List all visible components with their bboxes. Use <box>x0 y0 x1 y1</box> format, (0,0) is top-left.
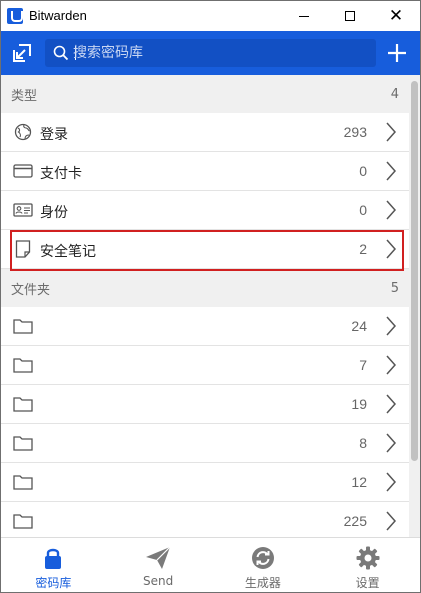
folder-icon <box>13 434 33 452</box>
search-input[interactable] <box>73 39 369 67</box>
chevron-right-icon <box>386 511 397 531</box>
chevron-right-icon <box>386 161 397 181</box>
tab-label: 生成器 <box>244 576 281 590</box>
tab-send[interactable]: Send <box>106 538 211 592</box>
lock-icon <box>39 544 67 572</box>
section-title: 类型 <box>11 88 38 104</box>
section-header-types: 类型 4 <box>1 75 409 113</box>
folder-icon <box>13 395 33 413</box>
vault-content: 类型 4 登录 293 支付卡 0 身份 0 安全笔记 2 文件夹 5 24 7… <box>1 75 409 537</box>
row-count: 225 <box>343 513 367 529</box>
row-count: 8 <box>359 435 367 451</box>
row-count: 24 <box>351 318 367 334</box>
title-bar: Bitwarden ✕ <box>1 1 420 31</box>
chevron-right-icon <box>386 316 397 336</box>
bottom-nav: 密码库 Send 生成器 设置 <box>1 537 420 592</box>
type-row-identity[interactable]: 身份 0 <box>1 191 409 230</box>
chevron-right-icon <box>386 200 397 220</box>
credit-card-icon <box>13 162 33 180</box>
folder-icon <box>13 317 33 335</box>
popout-button[interactable] <box>6 37 38 69</box>
type-row-secure-note[interactable]: 安全笔记 2 <box>1 230 409 271</box>
tab-generator[interactable]: 生成器 <box>211 538 316 592</box>
folder-row[interactable]: 24 <box>1 307 409 346</box>
gear-icon <box>354 544 382 572</box>
plus-icon <box>388 44 406 62</box>
minimize-button[interactable] <box>281 1 327 31</box>
scrollbar-thumb[interactable] <box>411 81 418 461</box>
tab-label: 密码库 <box>35 576 72 590</box>
section-count: 4 <box>390 86 399 102</box>
type-row-login[interactable]: 登录 293 <box>1 113 409 152</box>
send-icon <box>144 544 172 572</box>
row-label: 登录 <box>40 127 68 143</box>
chevron-right-icon <box>386 239 397 259</box>
row-label: 支付卡 <box>40 166 82 182</box>
chevron-right-icon <box>386 355 397 375</box>
close-window-button[interactable]: ✕ <box>373 1 419 31</box>
globe-icon <box>13 123 33 141</box>
chevron-right-icon <box>386 122 397 142</box>
row-count: 0 <box>359 202 367 218</box>
row-count: 7 <box>359 357 367 373</box>
tab-label: 设置 <box>355 576 380 590</box>
row-count: 12 <box>351 474 367 490</box>
folder-row[interactable]: 19 <box>1 385 409 424</box>
row-count: 2 <box>359 241 367 257</box>
folder-row[interactable]: 225 <box>1 502 409 537</box>
note-icon <box>13 240 33 258</box>
search-box[interactable] <box>45 39 376 67</box>
search-icon <box>53 45 69 61</box>
section-count: 5 <box>390 280 399 296</box>
add-item-button[interactable] <box>381 37 413 69</box>
row-label: 身份 <box>40 205 68 221</box>
folder-icon <box>13 356 33 374</box>
tab-settings[interactable]: 设置 <box>315 538 420 592</box>
popout-icon <box>13 44 31 62</box>
folder-icon <box>13 512 33 530</box>
generator-icon <box>249 544 277 572</box>
chevron-right-icon <box>386 433 397 453</box>
maximize-button[interactable] <box>327 1 373 31</box>
app-window: Bitwarden ✕ 搜索密码库 类型 4 登录 293 支付卡 0 身份 0… <box>0 0 421 593</box>
type-row-card[interactable]: 支付卡 0 <box>1 152 409 191</box>
folder-row[interactable]: 7 <box>1 346 409 385</box>
chevron-right-icon <box>386 394 397 414</box>
row-count: 293 <box>343 124 367 140</box>
row-label: 安全笔记 <box>40 244 96 260</box>
chevron-right-icon <box>386 472 397 492</box>
app-header <box>1 31 420 75</box>
folder-icon <box>13 473 33 491</box>
section-header-folders: 文件夹 5 <box>1 269 409 307</box>
tab-label: Send <box>143 574 174 588</box>
folder-row[interactable]: 8 <box>1 424 409 463</box>
row-count: 0 <box>359 163 367 179</box>
id-card-icon <box>13 201 33 219</box>
section-title: 文件夹 <box>11 282 51 298</box>
window-title: Bitwarden <box>29 8 87 23</box>
scrollbar[interactable] <box>409 75 420 537</box>
tab-vault[interactable]: 密码库 <box>1 538 106 592</box>
folder-row[interactable]: 12 <box>1 463 409 502</box>
bitwarden-logo-icon <box>7 8 23 24</box>
row-count: 19 <box>351 396 367 412</box>
